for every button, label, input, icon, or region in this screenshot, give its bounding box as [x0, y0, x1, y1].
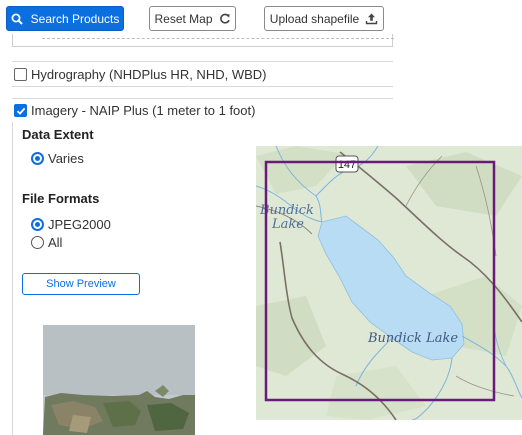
- route-shield: 147: [335, 155, 359, 173]
- file-format-option-all[interactable]: All: [31, 235, 62, 250]
- lake-label-top-line1: Bundick: [259, 203, 314, 218]
- reset-map-button[interactable]: Reset Map: [149, 6, 236, 31]
- file-formats-heading: File Formats: [22, 191, 100, 206]
- hydrography-label: Hydrography (NHDPlus HR, NHD, WBD): [31, 66, 267, 82]
- varies-label: Varies: [48, 151, 84, 166]
- imagery-checkbox[interactable]: [14, 104, 27, 117]
- overview-thumbnail: [43, 325, 195, 435]
- upload-icon: [365, 13, 378, 25]
- imagery-label: Imagery - NAIP Plus (1 meter to 1 foot): [31, 103, 256, 118]
- dataset-row-hydrography[interactable]: Hydrography (NHDPlus HR, NHD, WBD): [12, 61, 393, 87]
- panel-left-border: [12, 122, 13, 435]
- all-radio[interactable]: [31, 236, 44, 249]
- dataset-panel-edge: [12, 34, 394, 47]
- jpeg2000-radio[interactable]: [31, 218, 44, 231]
- dataset-row-imagery[interactable]: Imagery - NAIP Plus (1 meter to 1 foot): [12, 98, 393, 122]
- search-products-label: Search Products: [30, 11, 120, 26]
- lake-label-top-line2: Lake: [271, 217, 304, 232]
- hydrography-checkbox[interactable]: [14, 67, 27, 81]
- upload-shapefile-button[interactable]: Upload shapefile: [264, 6, 384, 31]
- show-preview-label: Show Preview: [46, 278, 116, 290]
- file-format-option-jpeg2000[interactable]: JPEG2000: [31, 217, 111, 232]
- refresh-icon: [219, 13, 231, 25]
- checkmark-icon: [16, 107, 25, 115]
- jpeg2000-label: JPEG2000: [48, 217, 111, 232]
- all-label: All: [48, 235, 63, 250]
- reset-map-label: Reset Map: [154, 11, 213, 26]
- panel-divider: [42, 38, 394, 39]
- show-preview-button[interactable]: Show Preview: [22, 273, 140, 295]
- map-preview[interactable]: 147 Bundick Lake Bundick Lake: [256, 146, 522, 420]
- search-icon: [11, 13, 23, 25]
- data-extent-heading: Data Extent: [22, 127, 94, 142]
- lake-label-main: Bundick Lake: [367, 331, 458, 346]
- upload-shapefile-label: Upload shapefile: [269, 11, 360, 26]
- search-products-button[interactable]: Search Products: [6, 6, 124, 31]
- data-extent-option-varies[interactable]: Varies: [31, 151, 84, 166]
- varies-radio[interactable]: [31, 152, 44, 165]
